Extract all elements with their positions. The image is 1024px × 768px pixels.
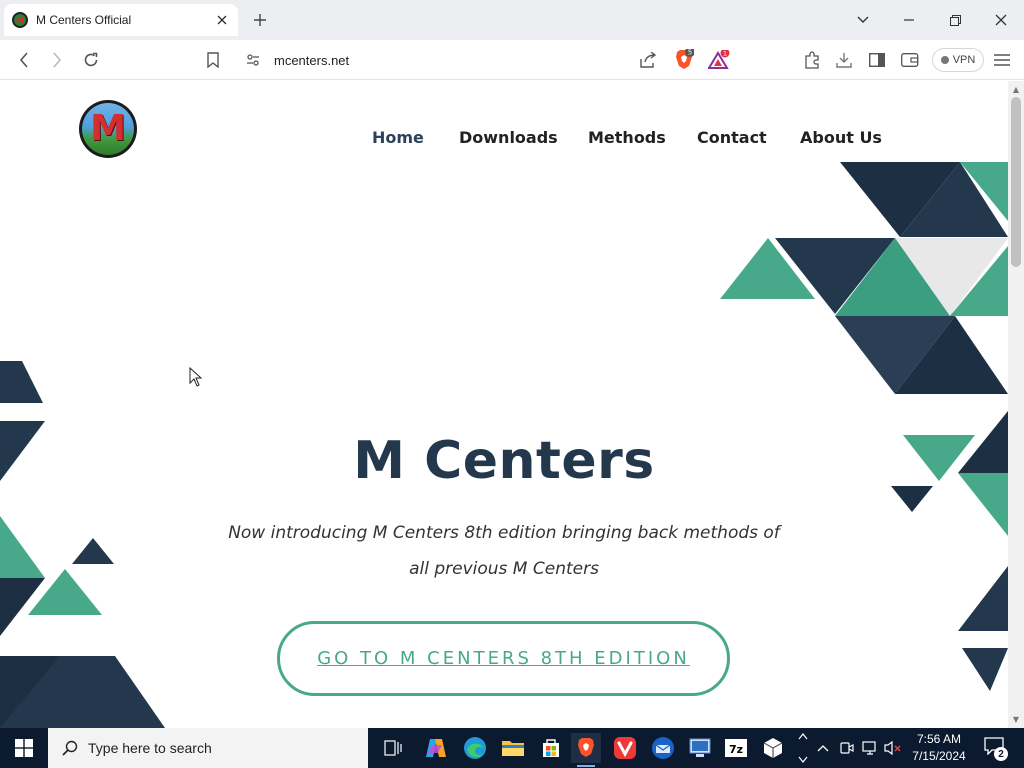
decor-triangle bbox=[835, 238, 955, 316]
brave-shields-icon[interactable]: 5 bbox=[672, 48, 696, 72]
search-icon bbox=[60, 738, 80, 758]
extensions-icon[interactable] bbox=[800, 48, 824, 72]
clock-time: 7:56 AM bbox=[916, 732, 962, 746]
system-clock[interactable]: 7:56 AM 7/15/2024 bbox=[904, 731, 974, 765]
volume-muted-icon[interactable] bbox=[884, 738, 902, 758]
package-icon[interactable] bbox=[758, 733, 788, 763]
nav-contact[interactable]: Contact bbox=[697, 128, 767, 147]
share-icon[interactable] bbox=[636, 48, 660, 72]
mouse-cursor-icon bbox=[189, 367, 203, 387]
meet-now-icon[interactable] bbox=[838, 738, 856, 758]
windows-taskbar: Type here to search 7z 7:56 AM 7/15/2024… bbox=[0, 728, 1024, 768]
search-placeholder: Type here to search bbox=[88, 740, 212, 756]
svg-text:1: 1 bbox=[723, 51, 727, 58]
decor-triangle bbox=[962, 648, 1008, 691]
brave-rewards-icon[interactable]: 1 bbox=[707, 48, 731, 72]
taskbar-search[interactable]: Type here to search bbox=[48, 728, 368, 768]
scroll-down-icon[interactable]: ▼ bbox=[1011, 714, 1021, 724]
store-icon[interactable] bbox=[536, 733, 566, 763]
decor-triangle bbox=[840, 162, 960, 237]
decor-triangle bbox=[958, 566, 1008, 631]
decor-triangle bbox=[900, 162, 1008, 237]
network-icon[interactable] bbox=[862, 738, 880, 758]
copilot-icon[interactable] bbox=[421, 733, 451, 763]
back-button[interactable] bbox=[12, 48, 36, 72]
menu-icon[interactable] bbox=[990, 48, 1014, 72]
clock-date: 7/15/2024 bbox=[912, 749, 966, 763]
decor-triangle bbox=[0, 578, 45, 636]
nav-home[interactable]: Home bbox=[372, 128, 424, 147]
7zip-icon[interactable]: 7z bbox=[721, 733, 751, 763]
page-viewport: M Home Downloads Methods Contact About U… bbox=[0, 81, 1008, 728]
decor-triangle bbox=[950, 246, 1008, 316]
tab-close-icon[interactable] bbox=[214, 12, 230, 28]
notification-center-icon[interactable]: 2 bbox=[984, 737, 1008, 761]
svg-text:5: 5 bbox=[688, 49, 692, 57]
forward-button[interactable] bbox=[45, 48, 69, 72]
notification-count-badge: 2 bbox=[994, 747, 1008, 761]
windows-logo-icon bbox=[15, 739, 33, 757]
tab-strip: M M Centers Official bbox=[0, 0, 1024, 40]
decor-triangle bbox=[895, 316, 1008, 394]
close-window-button[interactable] bbox=[987, 8, 1015, 32]
page-scrollbar[interactable]: ▲ ▼ bbox=[1008, 81, 1024, 728]
main-nav: Home Downloads Methods Contact About Us bbox=[0, 128, 1008, 152]
decor-triangle bbox=[960, 162, 1008, 221]
tab-title: M Centers Official bbox=[36, 13, 132, 27]
nav-about-us[interactable]: About Us bbox=[800, 128, 882, 147]
decor-triangle bbox=[0, 516, 45, 578]
task-view-icon[interactable] bbox=[378, 733, 408, 763]
scroll-up-icon[interactable]: ▲ bbox=[1011, 84, 1021, 94]
nav-downloads[interactable]: Downloads bbox=[459, 128, 558, 147]
show-hidden-icons-chevron-icon[interactable] bbox=[814, 738, 832, 758]
network-app-icon[interactable] bbox=[685, 733, 715, 763]
site-settings-icon[interactable] bbox=[244, 51, 262, 69]
url-text: mcenters.net bbox=[274, 52, 350, 68]
start-button[interactable] bbox=[0, 728, 48, 768]
decor-triangle bbox=[0, 656, 165, 728]
decor-triangle bbox=[28, 569, 102, 615]
downloads-icon[interactable] bbox=[832, 48, 856, 72]
browser-tab[interactable]: M M Centers Official bbox=[4, 4, 238, 36]
decor-triangle bbox=[72, 538, 114, 564]
site-favicon-icon: M bbox=[12, 12, 28, 28]
decor-triangle bbox=[775, 238, 895, 314]
new-tab-button[interactable] bbox=[250, 10, 270, 30]
file-explorer-icon[interactable] bbox=[498, 733, 528, 763]
hero-title: M Centers bbox=[353, 431, 655, 491]
restore-button[interactable] bbox=[941, 8, 969, 32]
bookmark-icon[interactable] bbox=[201, 48, 225, 72]
tab-search-chevron-icon[interactable] bbox=[849, 8, 877, 32]
decor-triangle bbox=[0, 656, 60, 728]
minimize-button[interactable] bbox=[895, 8, 923, 32]
vpn-status-icon bbox=[940, 56, 949, 64]
thunderbird-icon[interactable] bbox=[648, 733, 678, 763]
decor-triangle bbox=[895, 238, 1008, 316]
brave-icon[interactable] bbox=[571, 733, 601, 767]
vpn-button[interactable]: VPN bbox=[932, 48, 984, 72]
wallet-icon[interactable] bbox=[898, 48, 922, 72]
go-to-8th-edition-button[interactable]: GO TO M CENTERS 8TH EDITION bbox=[277, 621, 730, 696]
decor-triangle bbox=[835, 316, 955, 394]
sidebar-toggle-icon[interactable] bbox=[865, 48, 889, 72]
browser-toolbar: mcenters.net 5 1 VPN bbox=[0, 40, 1024, 80]
scroll-thumb[interactable] bbox=[1011, 97, 1021, 267]
decor-triangle bbox=[720, 238, 815, 299]
nav-methods[interactable]: Methods bbox=[588, 128, 666, 147]
edge-icon[interactable] bbox=[460, 733, 490, 763]
vivaldi-icon[interactable] bbox=[610, 733, 640, 763]
reload-button[interactable] bbox=[79, 48, 103, 72]
vpn-label: VPN bbox=[952, 54, 976, 66]
decor-triangle bbox=[0, 361, 43, 403]
overflow-scroll-icon[interactable] bbox=[794, 730, 812, 766]
address-bar[interactable]: mcenters.net bbox=[236, 45, 736, 75]
hero-subtitle: Now introducing M Centers 8th edition br… bbox=[228, 523, 780, 579]
svg-text:7z: 7z bbox=[729, 743, 743, 756]
